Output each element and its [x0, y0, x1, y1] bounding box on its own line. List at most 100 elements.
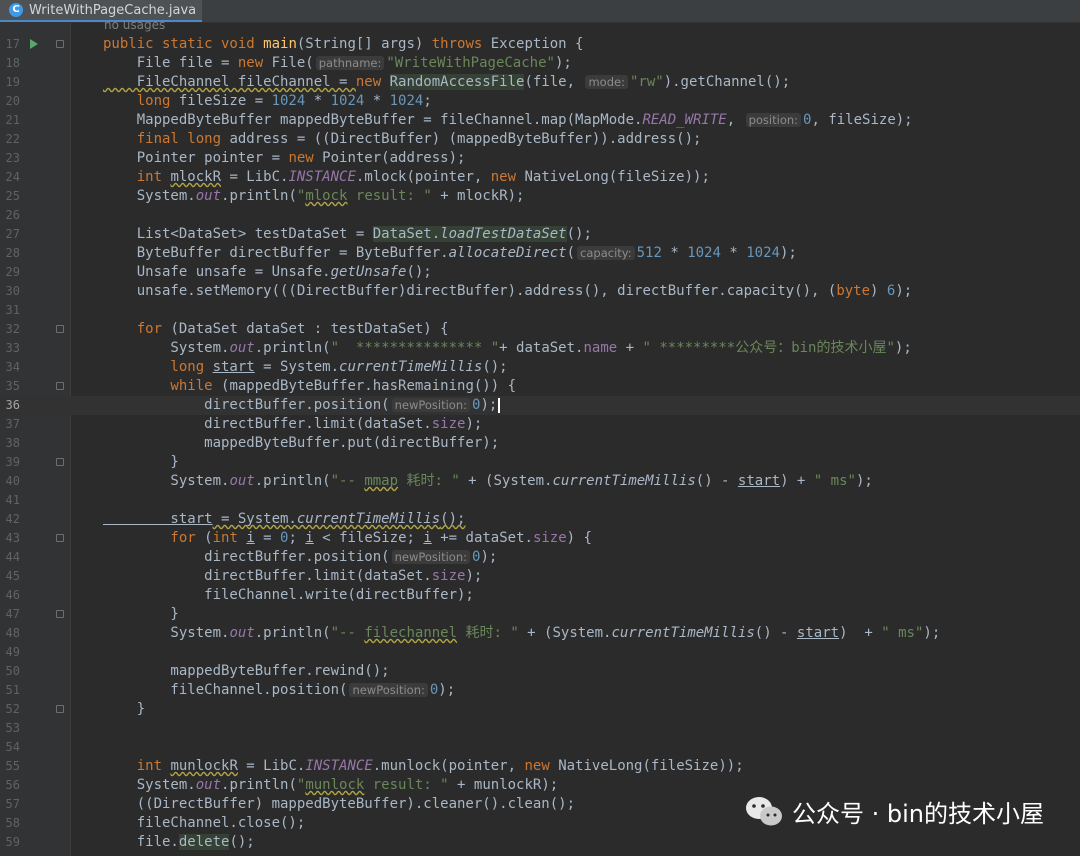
code-line[interactable]: 48 System.out.println("-- filechannel 耗时…: [0, 624, 1080, 643]
code-text: System.out.println("-- mmap 耗时: " + (Sys…: [103, 472, 872, 491]
code-token: .println(: [254, 340, 331, 356]
code-token: );: [779, 245, 797, 261]
line-number: 23: [5, 151, 20, 165]
code-line[interactable]: 38 mappedByteBuffer.put(directBuffer);: [0, 434, 1080, 453]
code-token: directBuffer.position(: [103, 397, 390, 413]
code-line[interactable]: 52 }: [0, 700, 1080, 719]
code-token: 1024: [271, 93, 314, 109]
code-text: directBuffer.limit(dataSet.size);: [103, 567, 482, 586]
code-token: out: [195, 188, 222, 204]
code-line[interactable]: 37 directBuffer.limit(dataSet.size);: [0, 415, 1080, 434]
code-line[interactable]: 22 final long address = ((DirectBuffer) …: [0, 130, 1080, 149]
code-token: new: [237, 55, 272, 71]
fold-marker-icon[interactable]: [56, 458, 64, 466]
code-line[interactable]: 31: [0, 301, 1080, 320]
file-tab[interactable]: C WriteWithPageCache.java: [0, 0, 202, 22]
code-token: " *********公众号：bin的技术小屋": [642, 340, 895, 356]
code-line[interactable]: 56 System.out.println("munlock result: "…: [0, 776, 1080, 795]
code-token: ).getChannel();: [663, 74, 791, 90]
code-text: unsafe.setMemory(((DirectBuffer)directBu…: [103, 282, 912, 301]
code-line[interactable]: 46 fileChannel.write(directBuffer);: [0, 586, 1080, 605]
code-line[interactable]: 25 System.out.println("mlock result: " +…: [0, 187, 1080, 206]
code-line[interactable]: 29 Unsafe unsafe = Unsafe.getUnsafe();: [0, 263, 1080, 282]
line-number: 36: [5, 398, 20, 412]
code-line[interactable]: 27 List<DataSet> testDataSet = DataSet.l…: [0, 225, 1080, 244]
code-token: .println(: [254, 473, 331, 489]
code-token: new: [288, 150, 323, 166]
code-token: = System.: [254, 359, 340, 375]
code-line[interactable]: 18 File file = new File(pathname: "WriteW…: [0, 54, 1080, 73]
code-line[interactable]: 42 start = System.currentTimeMillis();: [0, 510, 1080, 529]
fold-marker-icon[interactable]: [56, 705, 64, 713]
code-token: 1024: [330, 93, 373, 109]
code-text: fileChannel.close();: [103, 814, 306, 833]
code-text: fileChannel.position(newPosition: 0);: [103, 681, 455, 700]
code-line[interactable]: 53: [0, 719, 1080, 738]
code-token: System.: [103, 473, 230, 489]
fold-marker-icon[interactable]: [56, 382, 64, 390]
code-line[interactable]: 26: [0, 206, 1080, 225]
code-line[interactable]: 33 System.out.println(" *************** …: [0, 339, 1080, 358]
code-token: = LibC.: [221, 169, 289, 185]
code-text: directBuffer.position(newPosition: 0);: [103, 548, 497, 567]
fold-marker-icon[interactable]: [56, 325, 64, 333]
code-line[interactable]: 51 fileChannel.position(newPosition: 0);: [0, 681, 1080, 700]
code-token: );: [480, 397, 498, 413]
code-line[interactable]: 32 for (DataSet dataSet : testDataSet) {: [0, 320, 1080, 339]
code-line[interactable]: 34 long start = System.currentTimeMillis…: [0, 358, 1080, 377]
code-token: fileSize =: [178, 93, 272, 109]
code-token: );: [480, 549, 498, 565]
code-text: mappedByteBuffer.put(directBuffer);: [103, 434, 499, 453]
code-line[interactable]: 39 }: [0, 453, 1080, 472]
code-line[interactable]: 19 FileChannel fileChannel = new RandomA…: [0, 73, 1080, 92]
code-line[interactable]: 45 directBuffer.limit(dataSet.size);: [0, 567, 1080, 586]
code-line[interactable]: 24 int mlockR = LibC.INSTANCE.mlock(poin…: [0, 168, 1080, 187]
code-line[interactable]: 36 directBuffer.position(newPosition: 0);: [0, 396, 1080, 415]
code-line[interactable]: 50 mappedByteBuffer.rewind();: [0, 662, 1080, 681]
code-line[interactable]: 30 unsafe.setMemory(((DirectBuffer)direc…: [0, 282, 1080, 301]
code-text: Pointer pointer = new Pointer(address);: [103, 149, 466, 168]
code-text: ByteBuffer directBuffer = ByteBuffer.all…: [103, 244, 797, 263]
fold-marker-icon[interactable]: [56, 40, 64, 48]
code-line[interactable]: 40 System.out.println("-- mmap 耗时: " + (…: [0, 472, 1080, 491]
code-token: directBuffer.limit(dataSet.: [103, 568, 432, 584]
line-number: 24: [5, 170, 20, 184]
code-line[interactable]: 23 Pointer pointer = new Pointer(address…: [0, 149, 1080, 168]
code-token: READ_WRITE: [642, 112, 727, 128]
code-token: out: [229, 340, 255, 356]
code-line[interactable]: 54: [0, 738, 1080, 757]
code-token: *: [729, 245, 747, 261]
code-line[interactable]: 59 file.delete();: [0, 833, 1080, 852]
code-token: = System.: [212, 511, 297, 527]
code-token: Pointer pointer =: [103, 150, 289, 166]
code-line[interactable]: 41: [0, 491, 1080, 510]
code-token: 耗时: ": [457, 625, 519, 641]
code-text: final long address = ((DirectBuffer) (ma…: [103, 130, 702, 149]
fold-marker-icon[interactable]: [56, 610, 64, 618]
code-line[interactable]: 55 int munlockR = LibC.INSTANCE.munlock(…: [0, 757, 1080, 776]
code-line[interactable]: 44 directBuffer.position(newPosition: 0);: [0, 548, 1080, 567]
code-token: new: [524, 758, 559, 774]
code-token: *: [372, 93, 390, 109]
code-token: getUnsafe: [330, 264, 407, 280]
code-line[interactable]: 21 MappedByteBuffer mappedByteBuffer = f…: [0, 111, 1080, 130]
code-text: public static void main(String[] args) t…: [103, 35, 583, 54]
code-line[interactable]: 28 ByteBuffer directBuffer = ByteBuffer.…: [0, 244, 1080, 263]
run-gutter-icon[interactable]: [30, 39, 38, 49]
code-text: int mlockR = LibC.INSTANCE.mlock(pointer…: [103, 168, 710, 187]
code-token: (: [204, 530, 213, 546]
code-line[interactable]: 43 for (int i = 0; i < fileSize; i += da…: [0, 529, 1080, 548]
code-token: System.: [103, 777, 196, 793]
fold-marker-icon[interactable]: [56, 534, 64, 542]
code-line[interactable]: 20 long fileSize = 1024 * 1024 * 1024;: [0, 92, 1080, 111]
code-line[interactable]: 47 }: [0, 605, 1080, 624]
code-token: NativeLong(fileSize));: [524, 169, 710, 185]
code-line[interactable]: 17 public static void main(String[] args)…: [0, 35, 1080, 54]
code-line[interactable]: 35 while (mappedByteBuffer.hasRemaining(…: [0, 377, 1080, 396]
line-number: 18: [5, 56, 20, 70]
code-token: result: ": [347, 188, 441, 204]
code-token: .println(: [221, 777, 297, 793]
code-text: while (mappedByteBuffer.hasRemaining()) …: [103, 377, 516, 396]
code-line[interactable]: 49: [0, 643, 1080, 662]
line-number: 46: [5, 588, 20, 602]
